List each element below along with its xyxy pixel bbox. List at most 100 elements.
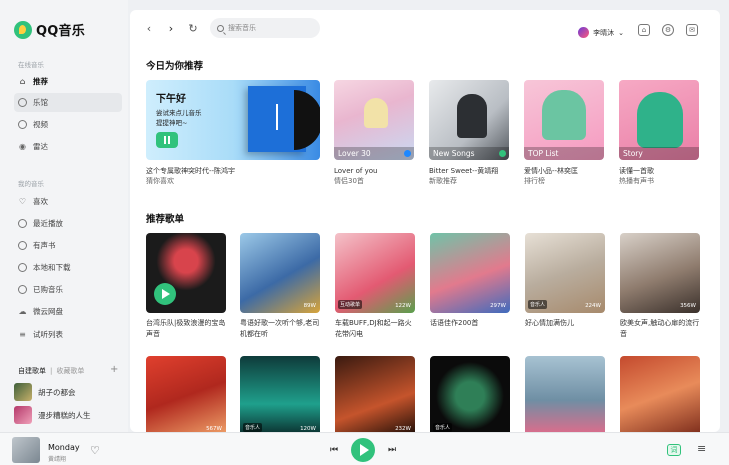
- playlist-card[interactable]: [525, 356, 605, 432]
- message-icon[interactable]: ✉: [686, 24, 698, 36]
- play-icon[interactable]: [154, 283, 176, 305]
- now-playing-artist[interactable]: 黄靖翔: [48, 454, 66, 463]
- daily-cover: Story: [619, 80, 699, 160]
- play-button[interactable]: [351, 438, 375, 462]
- sidebar-item-purchased[interactable]: 已购音乐: [14, 280, 122, 299]
- user-menu[interactable]: 李晴沐 ⌄: [578, 27, 624, 38]
- add-playlist-icon[interactable]: +: [110, 364, 118, 375]
- playlist-caption: 话语佳作200首: [430, 319, 479, 327]
- playlist-caption: 台湾乐队|极致浪漫的宝岛声音: [146, 319, 226, 338]
- sidebar-item-trial-list[interactable]: ≡ 试听列表: [14, 325, 122, 344]
- card-caption: Lover of you: [334, 167, 378, 175]
- feature-line2: 提提神吧~: [156, 119, 188, 127]
- playlist-card[interactable]: 297W 话语佳作200首: [430, 233, 510, 329]
- avatar: [578, 27, 590, 38]
- playlist-thumb: [14, 383, 32, 401]
- playlist-badge: 音乐人: [433, 423, 453, 432]
- sidebar-item-recommend[interactable]: ⌂ 推荐: [14, 72, 122, 91]
- sidebar-item-music-hall[interactable]: 乐馆: [14, 93, 122, 112]
- sidebar-item-audiobook[interactable]: 有声书: [14, 236, 122, 255]
- daily-card[interactable]: Story 读懂一首歌 热播有声书: [619, 80, 699, 186]
- playlist-card[interactable]: 音乐人 120W: [240, 356, 320, 432]
- top-bar: ‹ › ↻ 搜索音乐: [144, 18, 320, 38]
- main-content: ‹ › ↻ 搜索音乐 李晴沐 ⌄ ⌂ ⚙ ✉ 今日为你推荐 下午好 尝试来点儿音…: [130, 10, 720, 432]
- sidebar-item-like[interactable]: ♡ 喜欢: [14, 192, 122, 211]
- daily-card[interactable]: Lover 30 Lover of you 情侣30首: [334, 80, 414, 186]
- heart-icon: ♡: [18, 197, 27, 206]
- sidebar-item-label: 试听列表: [33, 330, 63, 339]
- sidebar-item-local-download[interactable]: 本地和下载: [14, 258, 122, 277]
- playlist-cover: 音乐人 224W: [525, 233, 605, 313]
- vinyl-disc: [294, 90, 320, 150]
- sidebar-item-radar[interactable]: ◉ 雷达: [14, 137, 122, 156]
- pause-icon[interactable]: [156, 132, 178, 148]
- daily-feature-card[interactable]: 下午好 尝试来点儿音乐 提提神吧~ 这个专属歌神突时代--陈鸿宇 猜你喜欢: [146, 80, 320, 186]
- search-input[interactable]: 搜索音乐: [210, 18, 320, 38]
- sidebar-item-label: 喜欢: [33, 197, 48, 206]
- my-music-heading: 我的音乐: [18, 180, 44, 188]
- cover-art: [542, 90, 586, 140]
- playlist-caption: 粤语好歌一次听个够,老司机都在听: [240, 319, 320, 338]
- sidebar-item-label: 乐馆: [33, 98, 48, 107]
- settings-icon[interactable]: ⚙: [662, 24, 674, 36]
- sidebar-item-video[interactable]: 视频: [14, 115, 122, 134]
- playlist-badge: 音乐人: [528, 300, 548, 309]
- playlist-card[interactable]: [620, 356, 700, 432]
- cover-overlay-label: TOP List: [524, 147, 604, 160]
- sidebar-item-cloud-drive[interactable]: ☁ 微云网盘: [14, 302, 122, 321]
- cover-overlay-label: Lover 30: [334, 147, 414, 160]
- sidebar-item-label: 微云网盘: [33, 307, 63, 316]
- next-track-icon[interactable]: ⏭: [388, 445, 396, 455]
- tab-collected-playlists[interactable]: 收藏歌单: [56, 366, 84, 376]
- cover-dot: [499, 150, 506, 157]
- sidebar-item-recent[interactable]: 最近播放: [14, 214, 122, 233]
- refresh-icon[interactable]: ↻: [188, 22, 198, 35]
- playlist-card[interactable]: 音乐人 224W 好心情加满伤儿: [525, 233, 605, 329]
- playlist-card[interactable]: 89W 粤语好歌一次听个够,老司机都在听: [240, 233, 320, 340]
- feature-cover: 下午好 尝试来点儿音乐 提提神吧~: [146, 80, 320, 160]
- playlist-card[interactable]: 台湾乐队|极致浪漫的宝岛声音: [146, 233, 226, 340]
- clock-icon: [18, 219, 27, 228]
- play-count: 89W: [303, 303, 316, 309]
- play-count: 224W: [585, 303, 601, 309]
- sidebar-item-label: 视频: [33, 120, 48, 129]
- card-caption: 读懂一首歌: [619, 167, 654, 175]
- playlist-card[interactable]: 232W: [335, 356, 415, 432]
- playlist-cover: [525, 356, 605, 432]
- sidebar-playlist-item[interactable]: 胡子の都会: [14, 383, 76, 401]
- playlist-card[interactable]: 356W 欧美女声,触动心扉的流行音: [620, 233, 700, 340]
- lyrics-button[interactable]: 词: [667, 444, 681, 456]
- playlist-badge: 互动歌单: [338, 300, 363, 309]
- sidebar-playlist-item[interactable]: 漫步糟糕的人生: [14, 406, 91, 424]
- headphones-icon: [18, 241, 27, 250]
- daily-card[interactable]: New Songs Bitter Sweet--黄靖翔 新歌推荐: [429, 80, 509, 186]
- cloud-icon: ☁: [18, 307, 27, 316]
- playlist-card[interactable]: 567W: [146, 356, 226, 432]
- play-count: 122W: [395, 303, 411, 309]
- feature-caption: 这个专属歌神突时代--陈鸿宇: [146, 167, 236, 175]
- playlist-card[interactable]: 互动歌单 122W 车载BUFF,DJ和起一路火花带闪电: [335, 233, 415, 340]
- playlist-card[interactable]: 音乐人: [430, 356, 510, 432]
- previous-track-icon[interactable]: ⏮: [330, 445, 338, 455]
- recommended-playlists-title: 推荐歌单: [146, 214, 185, 225]
- cover-overlay-label: New Songs: [429, 147, 509, 160]
- like-heart-icon[interactable]: ♡: [90, 444, 100, 457]
- skin-icon[interactable]: ⌂: [638, 24, 650, 36]
- tab-created-playlists[interactable]: 自建歌单: [18, 366, 46, 376]
- back-icon[interactable]: ‹: [144, 22, 154, 35]
- daily-card[interactable]: TOP List 爱情小品--林奕匡 排行榜: [524, 80, 604, 186]
- search-placeholder: 搜索音乐: [228, 24, 256, 32]
- album-art-line: [276, 104, 278, 130]
- forward-icon[interactable]: ›: [166, 22, 176, 35]
- playlist-caption: 好心情加满伤儿: [525, 319, 574, 327]
- playlist-cover: 音乐人: [430, 356, 510, 432]
- home-icon: ⌂: [19, 77, 26, 86]
- playlist-cover: 356W: [620, 233, 700, 313]
- now-playing-title[interactable]: Monday: [48, 443, 80, 452]
- qq-music-logo-icon: [14, 20, 32, 39]
- now-playing-cover[interactable]: [12, 437, 40, 463]
- sidebar-item-label: 有声书: [33, 241, 56, 250]
- card-subcaption: 热播有声书: [619, 177, 654, 185]
- playlist-queue-icon[interactable]: ≡: [697, 442, 706, 455]
- app-logo[interactable]: QQ音乐: [14, 20, 85, 39]
